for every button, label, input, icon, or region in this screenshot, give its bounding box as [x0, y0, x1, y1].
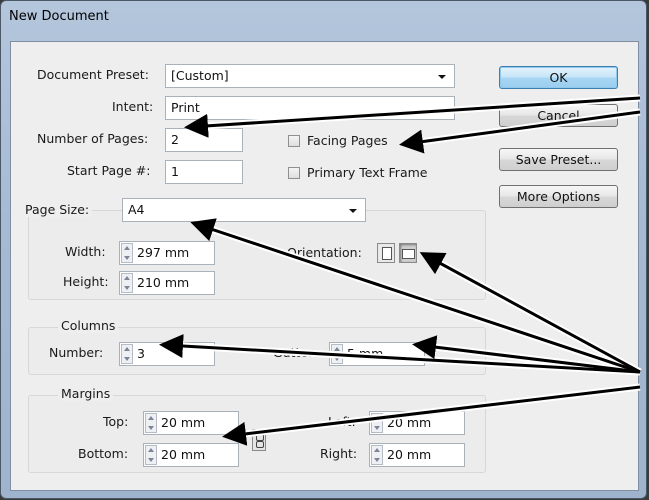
margin-top-input[interactable]: 20 mm	[143, 411, 239, 435]
height-stepper[interactable]	[121, 273, 133, 293]
margin-right-label: Right:	[320, 446, 358, 461]
number-of-pages-label: Number of Pages:	[37, 131, 149, 146]
height-label: Height:	[63, 274, 109, 289]
chevron-down-icon	[349, 209, 357, 213]
document-preset-dropdown[interactable]: [Custom]	[165, 64, 455, 88]
margins-label: Margins	[58, 386, 114, 401]
columns-number-input[interactable]: 3	[119, 342, 215, 366]
more-options-button[interactable]: More Options	[499, 185, 618, 208]
margin-left-label: Left:	[328, 414, 356, 429]
gutter-stepper[interactable]	[331, 344, 343, 364]
width-stepper[interactable]	[121, 243, 133, 263]
portrait-icon	[382, 247, 392, 260]
dialog-title: New Document	[9, 9, 109, 24]
primary-text-frame-checkbox[interactable]	[288, 167, 300, 179]
margin-top-label: Top:	[103, 414, 129, 429]
columns-number-stepper[interactable]	[121, 344, 133, 364]
width-label: Width:	[65, 244, 106, 259]
margin-bottom-label: Bottom:	[78, 446, 129, 461]
height-value: 210 mm	[137, 275, 190, 290]
margin-left-stepper[interactable]	[371, 413, 383, 433]
columns-number-label: Number:	[49, 345, 104, 360]
primary-text-frame-label: Primary Text Frame	[307, 165, 428, 180]
cancel-button[interactable]: Cancel	[499, 104, 618, 127]
width-input[interactable]: 297 mm	[119, 241, 215, 265]
margin-right-value: 20 mm	[387, 447, 432, 462]
orientation-label: Orientation:	[287, 245, 362, 260]
gutter-label: Gutter:	[273, 345, 318, 360]
facing-pages-checkbox[interactable]	[288, 135, 300, 147]
height-input[interactable]: 210 mm	[119, 271, 215, 295]
page-size-dropdown[interactable]: A4	[122, 198, 366, 222]
facing-pages-label: Facing Pages	[307, 133, 388, 148]
margin-top-stepper[interactable]	[145, 413, 157, 433]
portrait-button[interactable]	[377, 243, 395, 263]
margin-bottom-stepper[interactable]	[145, 445, 157, 465]
number-of-pages-input[interactable]: 2	[165, 128, 243, 152]
margin-left-input[interactable]: 20 mm	[369, 411, 465, 435]
gutter-input[interactable]: 5 mm	[329, 342, 425, 366]
width-value: 297 mm	[137, 245, 190, 260]
document-preset-label: Document Preset:	[37, 67, 149, 82]
margin-left-value: 20 mm	[387, 415, 432, 430]
margin-bottom-input[interactable]: 20 mm	[143, 443, 239, 467]
page-size-value: A4	[128, 202, 145, 217]
gutter-value: 5 mm	[347, 346, 384, 361]
columns-label: Columns	[58, 318, 119, 333]
landscape-button[interactable]	[399, 243, 417, 263]
margin-bottom-value: 20 mm	[161, 447, 206, 462]
margin-top-value: 20 mm	[161, 415, 206, 430]
page-size-label: Page Size:	[22, 202, 93, 217]
intent-dropdown[interactable]: Print	[165, 96, 455, 120]
screenshot: New Document Document Preset: [Custom] I…	[0, 0, 649, 500]
ok-button[interactable]: OK	[499, 66, 618, 89]
columns-number-value: 3	[137, 346, 145, 361]
chevron-down-icon	[438, 75, 446, 79]
save-preset-button[interactable]: Save Preset...	[499, 148, 618, 171]
start-page-label: Start Page #:	[67, 163, 151, 178]
intent-label: Intent:	[112, 99, 154, 114]
intent-value: Print	[171, 100, 200, 115]
margin-right-stepper[interactable]	[371, 445, 383, 465]
start-page-input[interactable]: 1	[165, 160, 243, 184]
dialog-body: Document Preset: [Custom] Intent: Print …	[10, 41, 639, 491]
margin-right-input[interactable]: 20 mm	[369, 443, 465, 467]
landscape-icon	[402, 249, 415, 259]
new-document-dialog: New Document Document Preset: [Custom] I…	[0, 0, 647, 499]
link-margins-icon[interactable]	[252, 429, 266, 451]
document-preset-value: [Custom]	[171, 68, 229, 83]
